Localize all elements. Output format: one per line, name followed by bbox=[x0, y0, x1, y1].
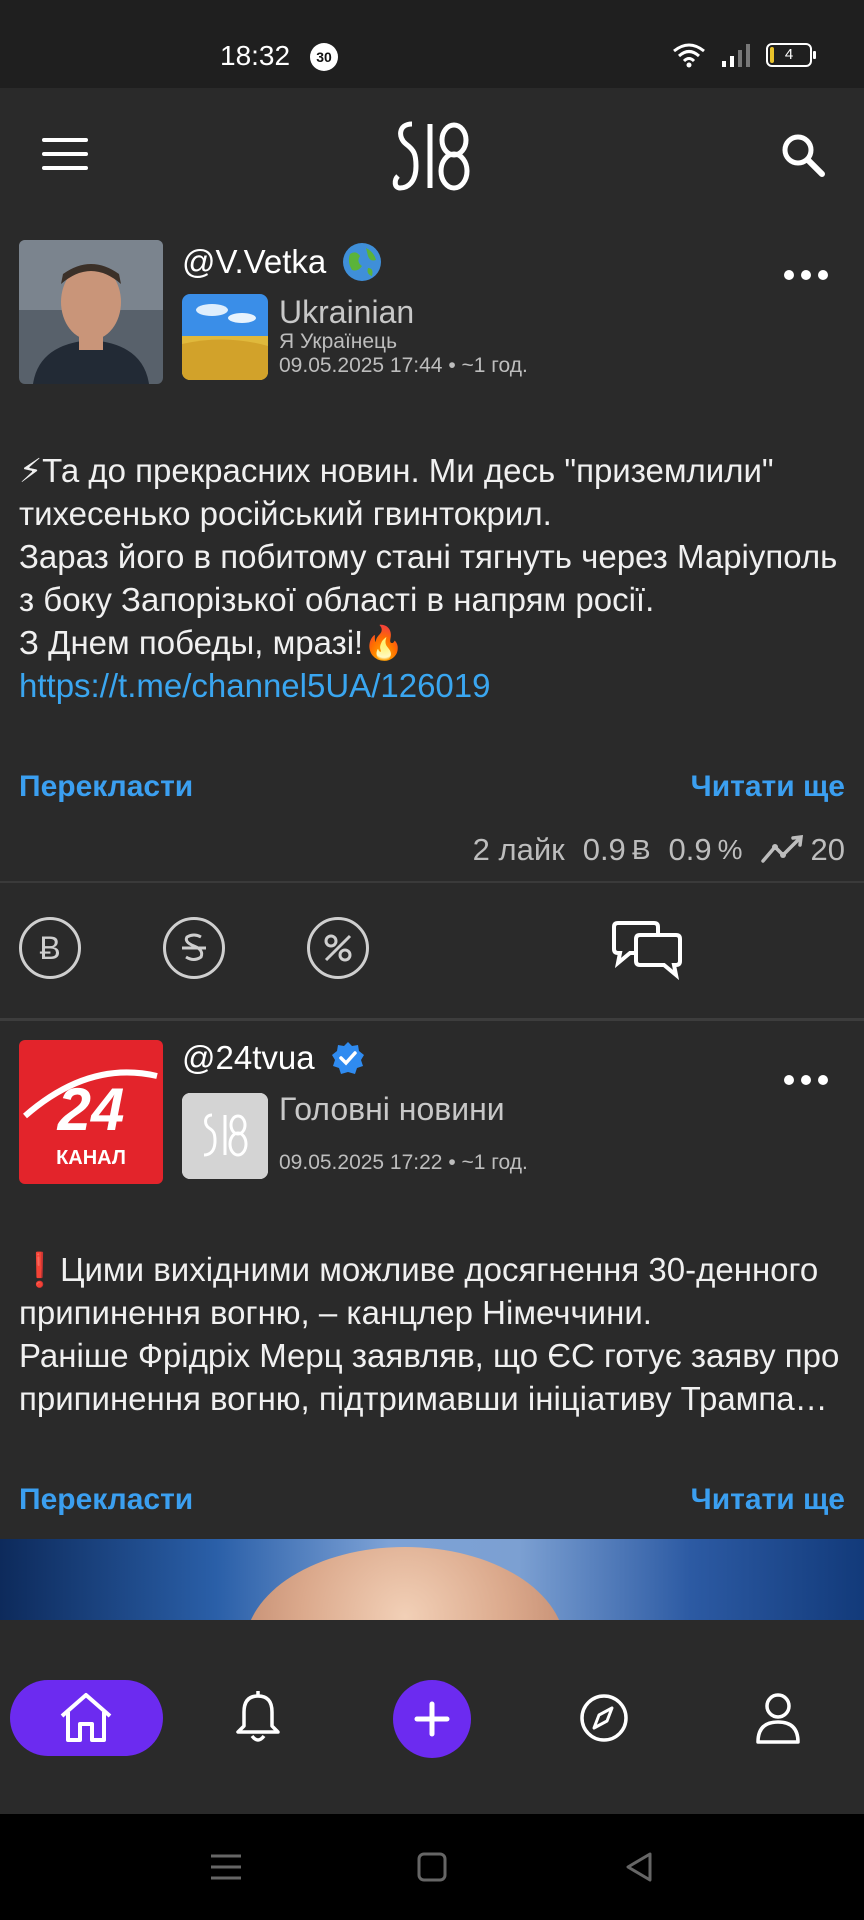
system-nav bbox=[0, 1814, 864, 1920]
group-name[interactable]: Ukrainian bbox=[279, 294, 414, 331]
group-thumbnail[interactable] bbox=[182, 1093, 268, 1179]
avatar-label-small: КАНАЛ bbox=[56, 1147, 126, 1169]
group-name[interactable]: Головні новини bbox=[279, 1091, 505, 1128]
more-dots-icon[interactable] bbox=[784, 270, 828, 284]
post-image[interactable] bbox=[0, 1539, 864, 1620]
compass-icon[interactable] bbox=[574, 1688, 634, 1748]
globe-icon bbox=[343, 243, 382, 281]
trend-value: 20 bbox=[810, 832, 845, 867]
home-button[interactable] bbox=[10, 1680, 163, 1756]
plus-icon bbox=[414, 1701, 450, 1737]
reaction-bar: Ƀ bbox=[0, 881, 864, 1021]
trend-icon bbox=[760, 835, 803, 863]
post-timestamp: 09.05.2025 17:44 • ~1 год. bbox=[279, 354, 528, 377]
status-bar: 18:32 30 4 bbox=[0, 0, 864, 88]
percent-icon[interactable] bbox=[307, 917, 369, 979]
bell-icon[interactable] bbox=[228, 1688, 288, 1748]
percent-icon: % bbox=[717, 834, 743, 865]
post-author[interactable]: @V.Vetka bbox=[182, 242, 382, 282]
author-handle[interactable]: @V.Vetka bbox=[182, 243, 326, 281]
app-header bbox=[0, 88, 864, 220]
feed: @V.Vetka Ukrainian Я Українець 09.05.202… bbox=[0, 220, 864, 1620]
more-dots-icon[interactable] bbox=[784, 1075, 828, 1089]
battery-level: 4 bbox=[784, 46, 794, 63]
avatar[interactable]: 24 КАНАЛ bbox=[19, 1040, 163, 1184]
post-text: ⚡Та до прекрасних новин. Ми десь "призем… bbox=[19, 452, 838, 661]
home-icon bbox=[60, 1693, 112, 1742]
avatar-label-big: 24 bbox=[57, 1076, 125, 1143]
signal-icon bbox=[722, 44, 750, 67]
post-card: 24 КАНАЛ @24tvua Головні новини 09.05.20… bbox=[0, 1021, 864, 1620]
post-link[interactable]: https://t.me/channel5UA/126019 bbox=[19, 664, 845, 707]
hamburger-icon[interactable] bbox=[42, 138, 88, 172]
author-handle[interactable]: @24tvua bbox=[182, 1039, 315, 1077]
strike-coin-icon[interactable] bbox=[163, 917, 225, 979]
percent-value: 0.9 bbox=[668, 832, 712, 867]
comments-icon[interactable] bbox=[608, 919, 686, 983]
post-text: ❗Цими вихідними можливе досягнення 30-де… bbox=[19, 1251, 840, 1417]
post-body: ⚡Та до прекрасних новин. Ми десь "призем… bbox=[19, 406, 845, 750]
bottom-nav bbox=[0, 1620, 864, 1814]
avatar[interactable] bbox=[19, 240, 163, 384]
battery-icon: 4 bbox=[766, 43, 816, 67]
verified-badge-icon bbox=[331, 1042, 364, 1074]
translate-button[interactable]: Перекласти bbox=[19, 1483, 193, 1517]
read-more-button[interactable]: Читати ще bbox=[691, 770, 845, 804]
user-icon[interactable] bbox=[748, 1688, 808, 1748]
status-icons: 4 bbox=[672, 42, 816, 68]
coin-value: 0.9 bbox=[582, 832, 626, 867]
read-more-button[interactable]: Читати ще bbox=[691, 1483, 845, 1517]
back-icon[interactable] bbox=[620, 1848, 658, 1886]
post-timestamp: 09.05.2025 17:22 • ~1 год. bbox=[279, 1151, 528, 1174]
wifi-icon bbox=[673, 43, 705, 68]
translate-button[interactable]: Перекласти bbox=[19, 770, 193, 804]
add-post-button[interactable] bbox=[393, 1680, 471, 1758]
group-subtitle: Я Українець bbox=[279, 330, 398, 353]
coin-icon: Ƀ bbox=[631, 834, 651, 865]
recents-icon[interactable] bbox=[207, 1848, 245, 1886]
notification-badge: 30 bbox=[310, 43, 338, 71]
post-stats: 2 лайк 0.9 Ƀ 0.9 % 20 bbox=[473, 832, 845, 868]
post-body: ❗Цими вихідними можливе досягнення 30-де… bbox=[19, 1205, 845, 1420]
app-logo bbox=[392, 121, 470, 191]
post-card: @V.Vetka Ukrainian Я Українець 09.05.202… bbox=[0, 220, 864, 1021]
coin-icon[interactable]: Ƀ bbox=[19, 917, 81, 979]
post-author[interactable]: @24tvua bbox=[182, 1039, 365, 1077]
likes-count[interactable]: 2 лайк bbox=[473, 832, 565, 868]
home-system-icon[interactable] bbox=[413, 1848, 451, 1886]
status-time: 18:32 bbox=[220, 40, 291, 71]
group-thumbnail[interactable] bbox=[182, 294, 268, 380]
search-icon[interactable] bbox=[778, 130, 828, 180]
